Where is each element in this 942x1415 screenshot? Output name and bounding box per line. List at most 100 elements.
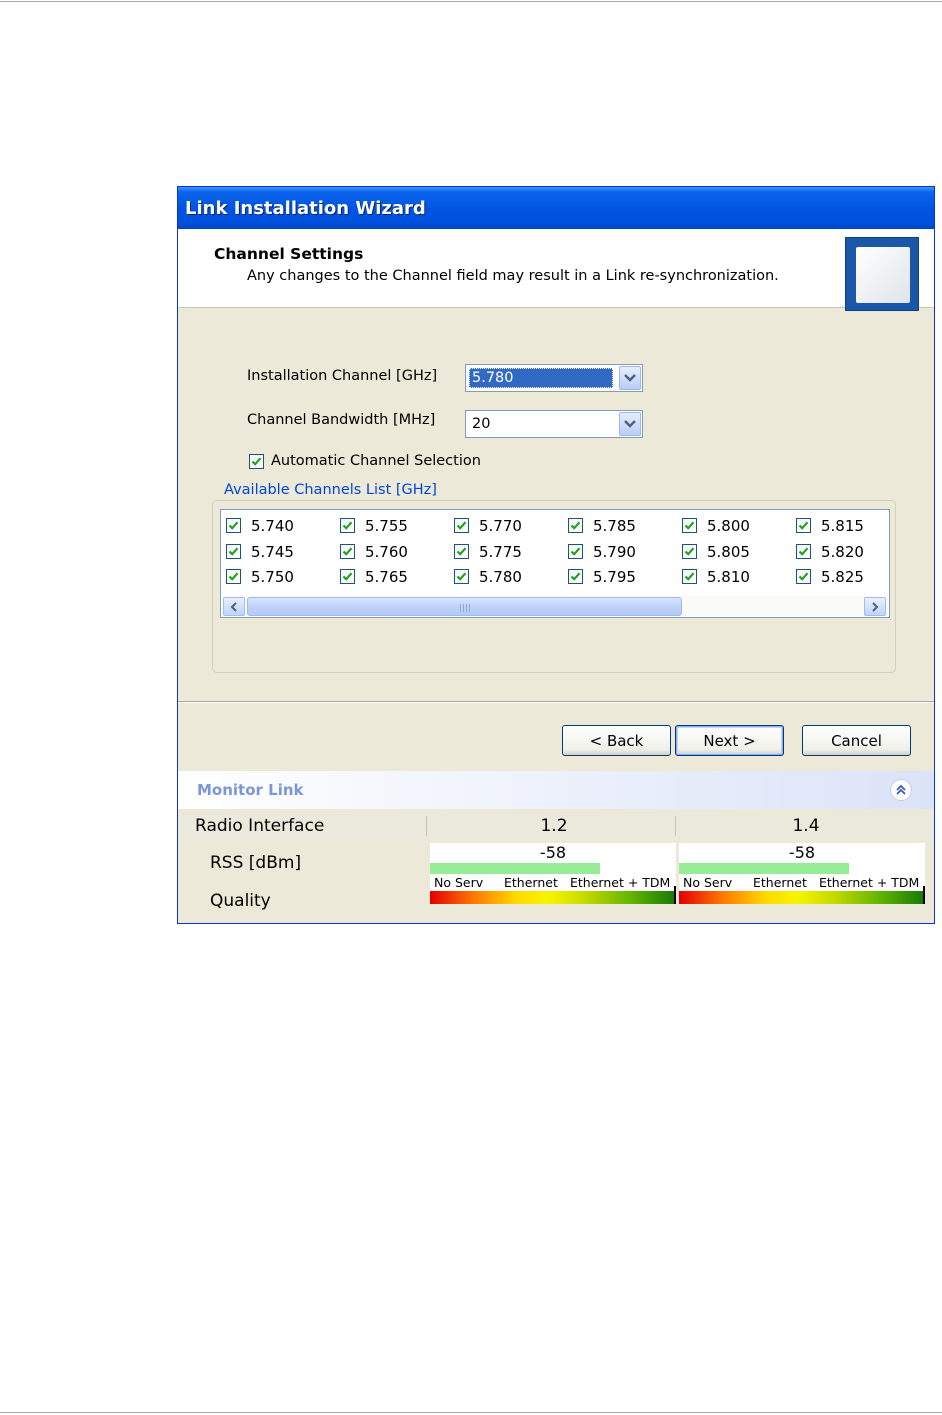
checkmark-icon (684, 572, 695, 581)
horizontal-scrollbar[interactable] (222, 596, 888, 616)
scroll-left-button[interactable] (223, 597, 245, 616)
monitor-link-header: Monitor Link (178, 771, 934, 809)
channel-checkbox[interactable] (454, 569, 469, 584)
page-top-rule (0, 1, 942, 2)
page-bottom-rule (0, 1412, 942, 1413)
checkmark-icon (798, 521, 809, 530)
checkmark-icon (570, 547, 581, 556)
monitor-link-title: Monitor Link (197, 781, 304, 799)
site-2-rss-value: -58 (788, 843, 816, 862)
auto-selection-checkbox[interactable] (249, 454, 264, 469)
channel-checkbox[interactable] (796, 544, 811, 559)
auto-selection-label[interactable]: Automatic Channel Selection (271, 453, 481, 469)
channel-label: 5.795 (593, 568, 636, 586)
channel-label: 5.820 (821, 543, 864, 561)
radio-interface-label: Radio Interface (195, 816, 325, 836)
monitor-header-row: Radio Interface 1.2 1.4 (178, 813, 934, 840)
bandwidth-value: 20 (472, 416, 491, 432)
checkmark-icon (798, 572, 809, 581)
checkmark-icon (570, 521, 581, 530)
channel-label: 5.800 (707, 517, 750, 535)
quality-ethernet-tdm-label: Ethernet + TDM (570, 875, 671, 890)
next-button[interactable]: Next > (675, 725, 784, 756)
channel-checkbox[interactable] (340, 569, 355, 584)
channel-checkbox[interactable] (796, 569, 811, 584)
site-1-rss-value: -58 (539, 843, 567, 862)
bandwidth-label: Channel Bandwidth [MHz] (247, 412, 436, 428)
page-description: Any changes to the Channel field may res… (247, 268, 779, 284)
footer-divider (178, 701, 934, 703)
scroll-right-button[interactable] (864, 597, 886, 616)
quality-ethernet-label: Ethernet (753, 875, 807, 890)
channel-checkbox[interactable] (454, 518, 469, 533)
site-2-quality-bar (679, 891, 925, 904)
cancel-button[interactable]: Cancel (802, 725, 911, 756)
column-divider (426, 816, 427, 836)
channel-checkbox[interactable] (568, 518, 583, 533)
collapse-button[interactable] (890, 779, 912, 801)
page-title: Channel Settings (214, 245, 364, 263)
checkmark-icon (798, 547, 809, 556)
channel-checkbox[interactable] (226, 518, 241, 533)
site-2-quality-marker (923, 886, 925, 904)
available-channels-legend: Available Channels List [GHz] (221, 482, 440, 498)
bandwidth-select[interactable]: 20 (465, 410, 643, 438)
channel-label: 5.825 (821, 568, 864, 586)
site-1-quality-bar (430, 891, 676, 904)
title-bar[interactable]: Link Installation Wizard (178, 187, 934, 229)
rss-label: RSS [dBm] (210, 853, 302, 873)
channel-label: 5.760 (365, 543, 408, 561)
channel-checkbox[interactable] (796, 518, 811, 533)
checkmark-icon (342, 547, 353, 556)
channel-label: 5.815 (821, 517, 864, 535)
channel-checkbox[interactable] (340, 544, 355, 559)
wizard-header: Channel Settings Any changes to the Chan… (178, 229, 934, 311)
channel-checkbox[interactable] (682, 518, 697, 533)
checkmark-icon (342, 521, 353, 530)
channel-checkbox[interactable] (226, 569, 241, 584)
checkmark-icon (228, 521, 239, 530)
scroll-thumb[interactable] (247, 597, 682, 616)
channel-checkbox[interactable] (340, 518, 355, 533)
double-chevron-up-icon (896, 784, 906, 795)
channel-checkbox[interactable] (454, 544, 469, 559)
checkmark-icon (251, 457, 262, 466)
wizard-window: Link Installation Wizard Channel Setting… (177, 186, 935, 924)
checkmark-icon (456, 521, 467, 530)
checkmark-icon (456, 547, 467, 556)
channel-label: 5.805 (707, 543, 750, 561)
installation-channel-select[interactable]: 5.780 (465, 364, 643, 392)
checkmark-icon (342, 572, 353, 581)
chevron-down-icon (624, 420, 636, 428)
channel-label: 5.750 (251, 568, 294, 586)
checkmark-icon (228, 547, 239, 556)
installation-channel-label: Installation Channel [GHz] (247, 368, 438, 384)
channel-label: 5.790 (593, 543, 636, 561)
quality-ethernet-tdm-label: Ethernet + TDM (819, 875, 920, 890)
quality-ethernet-label: Ethernet (504, 875, 558, 890)
quality-no-serv-label: No Serv (683, 875, 733, 890)
installation-channel-value: 5.780 (469, 368, 613, 388)
installation-channel-dropdown-button[interactable] (619, 366, 641, 390)
channel-label: 5.745 (251, 543, 294, 561)
channel-label: 5.770 (479, 517, 522, 535)
site-2-quality-cell: No Serv Ethernet Ethernet + TDM (679, 874, 925, 904)
back-button[interactable]: < Back (562, 725, 671, 756)
channel-label: 5.755 (365, 517, 408, 535)
quality-no-serv-label: No Serv (434, 875, 484, 890)
bandwidth-dropdown-button[interactable] (619, 412, 641, 436)
checkmark-icon (570, 572, 581, 581)
site-1-quality-marker (674, 886, 676, 904)
quality-label: Quality (210, 891, 271, 911)
channel-checkbox[interactable] (226, 544, 241, 559)
channel-checkbox[interactable] (568, 569, 583, 584)
channel-label: 5.740 (251, 517, 294, 535)
monitor-table: Radio Interface 1.2 1.4 RSS [dBm] Qualit… (178, 813, 934, 923)
window-title: Link Installation Wizard (185, 198, 426, 219)
channel-list[interactable]: 5.740 5.745 5.750 5.755 5.760 5.765 5.770 5.775… (220, 509, 890, 618)
checkmark-icon (684, 521, 695, 530)
channel-checkbox[interactable] (568, 544, 583, 559)
channel-checkbox[interactable] (682, 569, 697, 584)
channel-label: 5.810 (707, 568, 750, 586)
channel-checkbox[interactable] (682, 544, 697, 559)
